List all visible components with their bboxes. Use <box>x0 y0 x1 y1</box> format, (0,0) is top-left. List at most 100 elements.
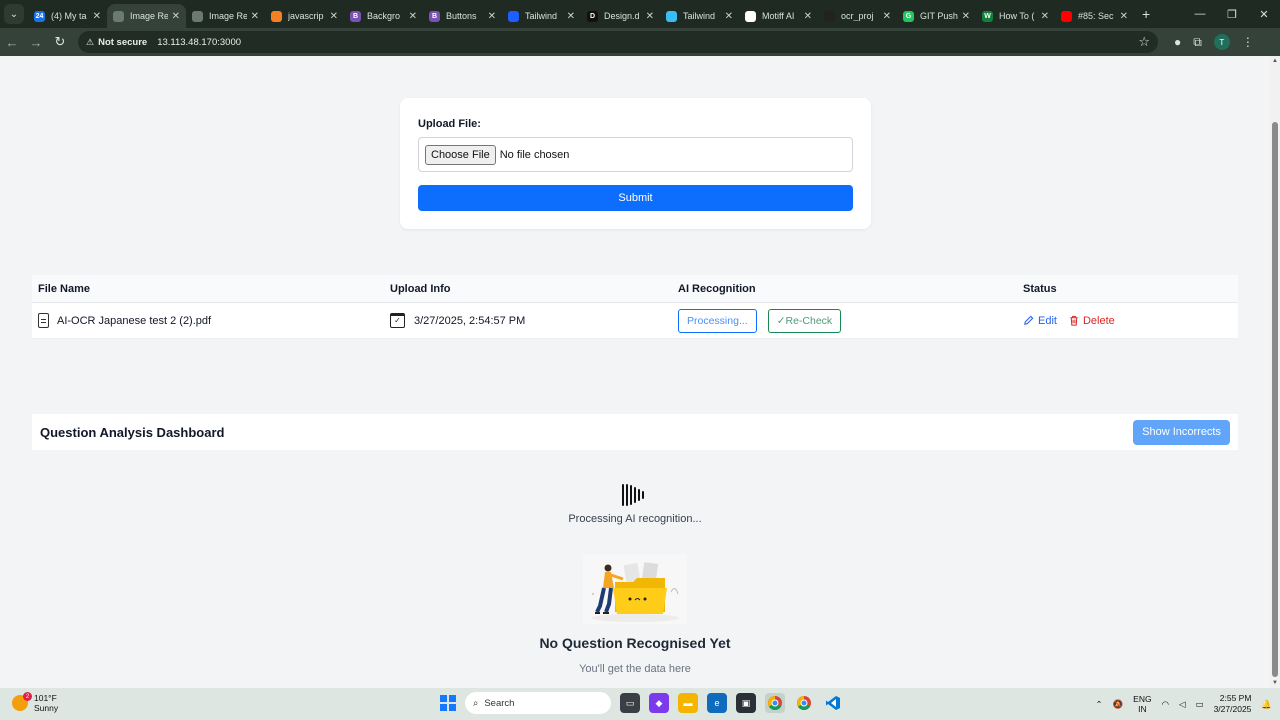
tab-title: Image Re <box>209 11 247 21</box>
tray-chevron-icon[interactable]: ⌃ <box>1095 699 1102 710</box>
page-viewport: Upload File: Choose File No file chosen … <box>0 56 1280 688</box>
minimize-icon[interactable]: — <box>1184 8 1216 20</box>
language-indicator[interactable]: ENG IN <box>1133 694 1151 714</box>
loading-bars-icon <box>622 483 648 507</box>
browser-tab[interactable]: #85: Sec ✕ <box>1055 4 1134 28</box>
windows-start-icon[interactable] <box>440 695 456 711</box>
close-tab-icon[interactable]: ✕ <box>725 11 733 22</box>
forward-icon[interactable]: → <box>24 35 48 50</box>
close-tab-icon[interactable]: ✕ <box>883 11 891 22</box>
task-view-icon[interactable]: ▭ <box>620 693 640 713</box>
processing-button[interactable]: Processing... <box>678 308 757 333</box>
profile-avatar[interactable]: T <box>1213 34 1230 50</box>
table-row: AI-OCR Japanese test 2 (2).pdf ✓ 3/27/20… <box>32 303 1238 339</box>
close-tab-icon[interactable]: ✕ <box>93 11 101 22</box>
edit-button[interactable]: Edit <box>1023 315 1057 327</box>
wifi-icon[interactable]: ◠ <box>1162 699 1169 710</box>
header-status: Status <box>1023 282 1057 295</box>
browser-tab[interactable]: D Design.d ✕ <box>581 4 660 28</box>
browser-tab[interactable]: B Buttons ✕ <box>423 4 502 28</box>
file-input[interactable]: Choose File No file chosen <box>418 137 853 172</box>
browser-tab[interactable]: Image Re ✕ <box>107 4 186 28</box>
close-tab-icon[interactable]: ✕ <box>251 11 259 22</box>
scroll-down-icon[interactable]: ▼ <box>1270 680 1280 686</box>
tab-favicon-icon <box>666 10 677 22</box>
store-icon[interactable]: ▣ <box>736 693 756 713</box>
extension-avatar-icon[interactable]: ● <box>1174 35 1181 49</box>
weather-widget[interactable]: 2 101°F Sunny <box>12 692 58 713</box>
tab-title: #85: Sec <box>1078 11 1114 21</box>
delete-button[interactable]: Delete <box>1069 315 1115 327</box>
show-incorrects-button[interactable]: Show Incorrects <box>1133 419 1230 445</box>
browser-tab[interactable]: Tailwind ✕ <box>502 4 581 28</box>
tab-favicon-icon: B <box>429 10 440 22</box>
search-placeholder: Search <box>484 697 515 709</box>
submit-button[interactable]: Submit <box>418 185 853 211</box>
chrome-profile-icon[interactable] <box>794 693 814 713</box>
browser-tab[interactable]: Motiff AI ✕ <box>739 4 818 28</box>
browser-tab[interactable]: Image Re ✕ <box>186 4 265 28</box>
tab-favicon-icon <box>271 10 282 22</box>
close-tab-icon[interactable]: ✕ <box>488 11 496 22</box>
back-icon[interactable]: ← <box>0 35 24 50</box>
clock[interactable]: 2:55 PM 3/27/2025 <box>1214 693 1252 715</box>
close-tab-icon[interactable]: ✕ <box>409 11 417 22</box>
browser-tab[interactable]: B Backgro ✕ <box>344 4 423 28</box>
sun-icon: 2 <box>12 692 32 711</box>
browser-tab[interactable]: javascrip ✕ <box>265 4 344 28</box>
recheck-button[interactable]: ✓Re-Check <box>767 308 842 333</box>
browser-tab[interactable]: 24 (4) My ta ✕ <box>28 4 107 28</box>
tab-search-menu-icon[interactable]: ⌄ <box>4 4 24 24</box>
close-tab-icon[interactable]: ✕ <box>172 11 180 22</box>
taskbar-search[interactable]: ⌕ Search <box>465 692 611 714</box>
upload-info-cell: ✓ 3/27/2025, 2:54:57 PM <box>390 313 678 328</box>
file-explorer-icon[interactable]: ▬ <box>678 693 698 713</box>
browser-tab[interactable]: ocr_proj ✕ <box>818 4 897 28</box>
browser-tab[interactable]: Tailwind ✕ <box>660 4 739 28</box>
dashboard-header: Question Analysis Dashboard Show Incorre… <box>32 414 1238 450</box>
extensions-puzzle-icon[interactable]: ⧉ <box>1193 35 1202 50</box>
close-window-icon[interactable]: ✕ <box>1248 8 1280 21</box>
dashboard-title: Question Analysis Dashboard <box>40 424 225 440</box>
tab-favicon-icon <box>1061 10 1072 22</box>
tab-favicon-icon <box>745 10 756 22</box>
scroll-up-icon[interactable]: ▲ <box>1270 58 1280 64</box>
reload-icon[interactable]: ↻ <box>48 34 72 50</box>
not-secure-badge[interactable]: ⚠ Not secure <box>86 37 147 48</box>
close-tab-icon[interactable]: ✕ <box>567 11 575 22</box>
tab-title: Image Re <box>130 11 168 21</box>
close-tab-icon[interactable]: ✕ <box>804 11 812 22</box>
upload-card: Upload File: Choose File No file chosen … <box>400 98 871 229</box>
close-tab-icon[interactable]: ✕ <box>962 11 970 22</box>
browser-tab[interactable]: W How To (✕ <box>976 4 1055 28</box>
tab-favicon-icon <box>824 10 835 22</box>
tab-title: GIT Push <box>920 11 958 21</box>
restore-icon[interactable]: ❐ <box>1216 8 1248 21</box>
bookmark-star-icon[interactable]: ☆ <box>1138 34 1150 50</box>
page-scrollbar[interactable]: ▲ ▼ <box>1270 56 1280 688</box>
browser-menu-icon[interactable]: ⋮ <box>1242 35 1254 49</box>
browser-tab[interactable]: G GIT Push ✕ <box>897 4 976 28</box>
chrome-icon[interactable] <box>765 693 785 713</box>
notifications-off-icon[interactable]: 🔕 <box>1113 699 1124 710</box>
battery-icon[interactable]: ▭ <box>1196 699 1204 710</box>
vscode-icon[interactable] <box>823 693 843 713</box>
scrollbar-thumb[interactable] <box>1272 122 1278 677</box>
close-tab-icon[interactable]: ✕ <box>1120 11 1128 22</box>
choose-file-button[interactable]: Choose File <box>425 144 496 165</box>
speaker-icon[interactable]: ◁ <box>1179 699 1186 710</box>
status-cell: Edit Delete <box>1023 315 1115 327</box>
edge-icon[interactable]: e <box>707 693 727 713</box>
copilot-icon[interactable]: ◆ <box>649 693 669 713</box>
notification-bell-icon[interactable]: 🔔 <box>1261 699 1272 710</box>
tab-strip: 24 (4) My ta ✕ Image Re ✕ Image Re ✕ javascrip ✕… <box>28 0 1134 28</box>
new-tab-icon[interactable]: + <box>1142 6 1150 22</box>
ai-recognition-cell: Processing... ✓Re-Check <box>678 308 1023 333</box>
close-tab-icon[interactable]: ✕ <box>330 11 338 22</box>
empty-folder-illustration <box>583 554 687 624</box>
notification-badge: 2 <box>23 692 32 701</box>
address-bar[interactable]: ⚠ Not secure 13.113.48.170:3000 ☆ <box>78 31 1158 53</box>
close-tab-icon[interactable]: ✕ <box>646 11 654 22</box>
close-tab-icon[interactable]: ✕ <box>1041 11 1049 22</box>
no-file-text: No file chosen <box>499 148 570 161</box>
